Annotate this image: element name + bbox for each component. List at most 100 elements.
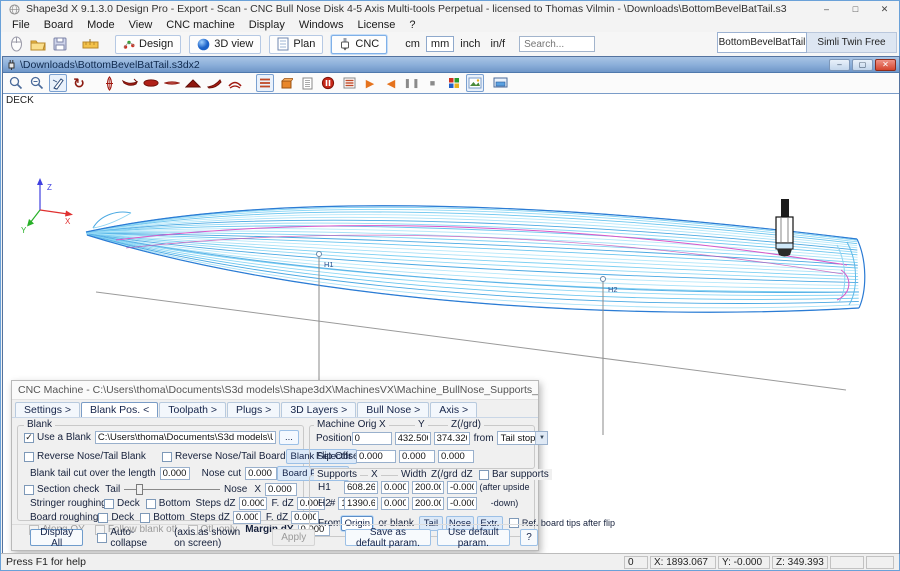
rotate-view-icon[interactable]: ↻ (70, 74, 88, 92)
reverse-board-checkbox[interactable] (162, 452, 172, 462)
cnc-mode-button[interactable]: CNC (331, 35, 387, 54)
panel-tab-toolpath[interactable]: Toolpath > (159, 402, 226, 417)
toolpath-list-icon[interactable] (340, 74, 358, 92)
nose-cut-field[interactable] (245, 467, 277, 480)
doc-minimize-button[interactable]: – (829, 59, 850, 71)
pause-icon[interactable]: ❚❚ (403, 74, 421, 92)
measure-icon[interactable] (81, 35, 99, 53)
blank-path-field[interactable] (95, 431, 276, 444)
use-blank-checkbox[interactable]: ✓ (24, 433, 34, 443)
bar-supports-checkbox[interactable] (479, 470, 489, 480)
section-check-checkbox[interactable] (24, 485, 34, 495)
maximize-button[interactable]: □ (841, 1, 870, 17)
rail-section-icon[interactable] (184, 74, 202, 92)
simulate-back-icon[interactable]: ◀ (382, 74, 400, 92)
panel-tab-3d-layers[interactable]: 3D Layers > (281, 402, 356, 417)
panel-help-button[interactable]: ? (520, 529, 538, 546)
unit-mm[interactable]: mm (426, 36, 454, 52)
pan-tool-icon[interactable] (49, 74, 67, 92)
use-default-button[interactable]: Use default param. (437, 529, 510, 546)
h2-dz-field[interactable] (447, 497, 477, 510)
reverse-blank-checkbox[interactable] (24, 452, 34, 462)
menu-board[interactable]: Board (37, 19, 80, 31)
menu-display[interactable]: Display (242, 19, 292, 31)
panel-tab-blank-pos[interactable]: Blank Pos. < (81, 402, 158, 417)
menu-license[interactable]: License (350, 19, 402, 31)
h2-x-field[interactable] (344, 497, 378, 510)
thin-section-icon[interactable] (163, 74, 181, 92)
doc-close-button[interactable]: ✕ (875, 59, 896, 71)
flip-z-field[interactable] (438, 450, 474, 463)
h2-z-field[interactable] (412, 497, 444, 510)
h1-dz-field[interactable] (447, 481, 477, 494)
menu-cnc-machine[interactable]: CNC machine (159, 19, 241, 31)
browse-blank-button[interactable]: ... (279, 430, 299, 445)
position-y-field[interactable] (395, 432, 431, 445)
doc-restore-button[interactable]: ▢ (852, 59, 873, 71)
menu-windows[interactable]: Windows (292, 19, 351, 31)
unit-inch[interactable]: inch (456, 38, 484, 50)
save-icon[interactable] (51, 35, 69, 53)
close-button[interactable]: ✕ (870, 1, 899, 17)
record-icon[interactable] (319, 74, 337, 92)
doc-tab-simli-twin-free[interactable]: Simli Twin Free (807, 32, 897, 53)
plan-shape-icon[interactable] (142, 74, 160, 92)
zoom-out-icon[interactable] (28, 74, 46, 92)
outline-view-icon[interactable] (100, 74, 118, 92)
simulate-forward-icon[interactable]: ▶ (361, 74, 379, 92)
doc-tab-bottombevelbattail[interactable]: BottomBevelBatTail (717, 32, 807, 53)
mouse-tool-icon[interactable] (7, 35, 25, 53)
layers-view-icon[interactable] (256, 74, 274, 92)
flip-x-field[interactable] (356, 450, 396, 463)
origin-from-select[interactable]: Tail stop▼ (497, 431, 549, 445)
save-default-button[interactable]: Save as default param. (345, 529, 430, 546)
unit-cm[interactable]: cm (401, 38, 424, 50)
open-file-icon[interactable] (29, 35, 47, 53)
tail-cut-field[interactable] (160, 467, 190, 480)
design-mode-button[interactable]: Design (115, 35, 181, 54)
rail-slash-icon[interactable] (205, 74, 223, 92)
section-slider-thumb[interactable] (136, 484, 143, 495)
section-slider[interactable] (124, 489, 220, 490)
panel-tab-bull-nose[interactable]: Bull Nose > (357, 402, 429, 417)
search-input[interactable] (519, 36, 595, 52)
position-x-field[interactable] (352, 432, 392, 445)
color-grid-icon[interactable] (445, 74, 463, 92)
h1-z-field[interactable] (412, 481, 444, 494)
3d-view-button[interactable]: 3D view (189, 35, 261, 54)
blank-box-icon[interactable] (277, 74, 295, 92)
display-all-button[interactable]: Display All (30, 529, 83, 546)
stringer-deck-checkbox[interactable] (104, 499, 114, 509)
dome-section-icon[interactable] (226, 74, 244, 92)
menu-file[interactable]: File (5, 19, 37, 31)
unit-in-f[interactable]: in/f (486, 38, 509, 50)
fullscreen-icon[interactable] (491, 74, 509, 92)
h1-width-field[interactable] (381, 481, 409, 494)
board-deck-checkbox[interactable] (98, 513, 108, 523)
spec-sheet-icon[interactable] (298, 74, 316, 92)
panel-tab-settings[interactable]: Settings > (15, 402, 80, 417)
texture-view-icon[interactable] (466, 74, 484, 92)
design-icon (123, 38, 135, 50)
panel-tab-plugs[interactable]: Plugs > (227, 402, 280, 417)
stringer-bottom-checkbox[interactable] (146, 499, 156, 509)
minimize-button[interactable]: – (812, 1, 841, 17)
board-bottom-checkbox[interactable] (140, 513, 150, 523)
h1-x-field[interactable] (344, 481, 378, 494)
section-x-field[interactable] (265, 483, 297, 496)
menu-mode[interactable]: Mode (80, 19, 122, 31)
zoom-in-icon[interactable] (7, 74, 25, 92)
3d-viewport[interactable]: DECK H1H2ZXY CNC Machine - C:\Users\thom… (3, 94, 899, 553)
stringer-steps-field[interactable] (239, 497, 267, 510)
menu--[interactable]: ? (402, 19, 422, 31)
plan-view-button[interactable]: Plan (269, 35, 323, 54)
h2-width-field[interactable] (381, 497, 409, 510)
stop-icon[interactable]: ■ (424, 74, 442, 92)
auto-collapse-checkbox[interactable] (97, 533, 107, 543)
position-z-field[interactable] (434, 432, 470, 445)
cnc-panel-titlebar[interactable]: CNC Machine - C:\Users\thoma\Documents\S… (12, 381, 538, 400)
flip-y-field[interactable] (399, 450, 435, 463)
panel-tab-axis[interactable]: Axis > (430, 402, 477, 417)
menu-view[interactable]: View (122, 19, 160, 31)
rocker-view-icon[interactable] (121, 74, 139, 92)
